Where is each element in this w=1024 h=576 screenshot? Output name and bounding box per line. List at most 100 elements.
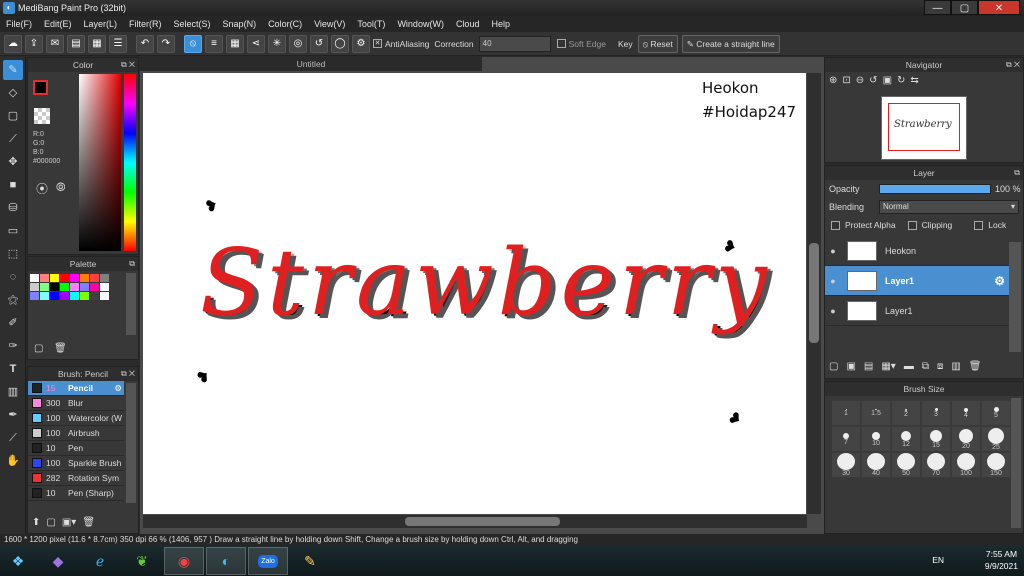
add-brush-icon[interactable]: ⬆	[32, 517, 40, 528]
menu-tool[interactable]: Tool(T)	[357, 19, 385, 29]
hue-slider[interactable]	[124, 74, 136, 251]
brush-size-option[interactable]: 3	[921, 400, 951, 426]
evernote-icon[interactable]: ❦	[122, 547, 162, 575]
delete-layer-icon[interactable]: 🗑	[969, 361, 982, 372]
brush-size-option[interactable]: 20	[951, 426, 981, 452]
menu-color[interactable]: Color(C)	[268, 19, 302, 29]
brush-menu-icon[interactable]: ▣▾	[62, 517, 76, 528]
eyedropper-tool-icon[interactable]: ✒	[3, 405, 23, 425]
layer-row[interactable]: ● Heokon	[825, 236, 1009, 266]
palette-delete-icon[interactable]: 🗑	[54, 343, 67, 354]
visibility-icon[interactable]: ●	[825, 246, 841, 256]
brush-item[interactable]: 100 Sparkle Brush	[28, 456, 124, 471]
panel-menu-icon[interactable]: ⧉	[129, 257, 135, 271]
document-tab[interactable]: Untitled	[140, 57, 482, 71]
brush-size-option[interactable]: 1.5	[861, 400, 891, 426]
start-button-icon[interactable]: ❖	[0, 547, 36, 575]
palette-scrollbar[interactable]	[126, 273, 136, 335]
brush-size-option[interactable]: 5	[981, 400, 1011, 426]
minimize-button[interactable]: —	[924, 0, 951, 15]
panel-menu-icon[interactable]: ⧉ ✕	[121, 367, 135, 381]
brush-item[interactable]: 10 Pen (Sharp)	[28, 486, 124, 501]
rotate-right-icon[interactable]: ↻	[897, 75, 905, 86]
menu-filter[interactable]: Filter(R)	[129, 19, 162, 29]
internet-explorer-icon[interactable]: ℯ	[80, 547, 120, 575]
chat-icon[interactable]: ▤	[67, 34, 85, 53]
menu-window[interactable]: Window(W)	[397, 19, 444, 29]
chrome-icon[interactable]: ◉	[164, 547, 204, 575]
soft-edge-checkbox[interactable]	[556, 39, 566, 48]
menu-view[interactable]: View(V)	[314, 19, 345, 29]
navigator-preview[interactable]: Strawberry	[881, 96, 967, 160]
brush-item[interactable]: 300 Blur	[28, 396, 124, 411]
text-tool-icon[interactable]: T	[3, 359, 23, 379]
grid-snap-icon[interactable]: ▦	[226, 34, 244, 53]
brush-tool-icon[interactable]: ✎	[3, 60, 23, 80]
menu-help[interactable]: Help	[491, 19, 510, 29]
move-tool-icon[interactable]: ✥	[3, 152, 23, 172]
lasso-tool-icon[interactable]: ◌	[3, 267, 23, 287]
layer-scrollbar[interactable]	[1009, 242, 1021, 352]
medibang-icon[interactable]: ◐	[206, 547, 246, 575]
visibility-icon[interactable]: ●	[825, 276, 841, 286]
reset-button[interactable]: ⦸ Reset	[637, 34, 678, 53]
palette-add-icon[interactable]: ▢	[34, 343, 43, 354]
brush-item[interactable]: 100 Airbrush	[28, 426, 124, 441]
opacity-slider[interactable]	[879, 184, 991, 194]
maximize-button[interactable]: ▢	[951, 0, 978, 15]
color-wheel-icon[interactable]: ⦿	[36, 180, 48, 197]
gear-icon[interactable]: ⚙	[994, 274, 1005, 288]
add-layer-menu-icon[interactable]: ▦▾	[881, 361, 895, 372]
eraser-tool-icon[interactable]: ◇	[3, 83, 23, 103]
brush-item[interactable]: 10 Pen	[28, 441, 124, 456]
merge-down-icon[interactable]: ⧈	[937, 361, 943, 372]
folder-icon[interactable]: ▬	[904, 361, 914, 372]
fit-icon[interactable]: ⊡	[842, 75, 850, 86]
brush-size-option[interactable]: 25	[981, 426, 1011, 452]
color-picker-icon[interactable]: ⦾	[56, 180, 66, 195]
new-brush-icon[interactable]: ▢	[46, 517, 55, 528]
comment-icon[interactable]: ✉	[46, 34, 64, 53]
horizontal-scroll-thumb[interactable]	[405, 517, 560, 526]
magic-wand-tool-icon[interactable]: ⚝	[3, 290, 23, 310]
straight-line-button[interactable]: ✎ Create a straight line	[681, 34, 780, 53]
gear-icon[interactable]: ⚙	[114, 383, 122, 394]
visibility-icon[interactable]: ●	[825, 306, 841, 316]
flip-icon[interactable]: ⇆	[910, 75, 918, 86]
horizontal-scrollbar[interactable]	[143, 515, 807, 528]
language-indicator[interactable]: EN	[932, 555, 944, 565]
actual-size-icon[interactable]: ▣	[883, 75, 892, 86]
pen-tool-icon[interactable]: ⟋	[3, 428, 23, 448]
visual-studio-icon[interactable]: ◆	[38, 547, 78, 575]
brush-size-option[interactable]: 12	[891, 426, 921, 452]
brush-size-option[interactable]: 10	[861, 426, 891, 452]
zoom-out-icon[interactable]: ⊖	[856, 75, 864, 86]
new-8bit-layer-icon[interactable]: ▤	[864, 361, 873, 372]
brush-item[interactable]: 15 Pencil ⚙	[28, 381, 124, 396]
panel-menu-icon[interactable]: ⧉ ✕	[121, 58, 135, 72]
saturation-value-picker[interactable]	[79, 74, 121, 251]
clipping-checkbox[interactable]	[907, 220, 917, 230]
brush-size-option[interactable]: 40	[861, 452, 891, 478]
brush-size-option[interactable]: 50	[891, 452, 921, 478]
menu-layer[interactable]: Layer(L)	[84, 19, 118, 29]
transparent-swatch[interactable]	[34, 108, 50, 124]
clock[interactable]: 7:55 AM 9/9/2021	[985, 548, 1018, 572]
vertical-scroll-thumb[interactable]	[809, 243, 819, 343]
menu-select[interactable]: Select(S)	[174, 19, 211, 29]
panel-menu-icon[interactable]: ⧉ ✕	[1006, 58, 1020, 72]
redo-icon[interactable]: ↷	[157, 34, 175, 53]
brush-item[interactable]: 282 Rotation Sym	[28, 471, 124, 486]
antialiasing-checkbox[interactable]: ✕	[373, 39, 382, 48]
fill-rect-tool-icon[interactable]: ■	[3, 175, 23, 195]
hand-tool-icon[interactable]: ✋	[3, 451, 23, 471]
protect-alpha-checkbox[interactable]	[831, 220, 840, 230]
duplicate-layer-icon[interactable]: ⧉	[922, 361, 929, 372]
menu-edit[interactable]: Edit(E)	[44, 19, 72, 29]
layer-row[interactable]: ● Layer1	[825, 296, 1009, 326]
brush-size-option[interactable]: 2	[891, 400, 921, 426]
rotate-left-icon[interactable]: ↺	[869, 75, 877, 86]
brush-size-scrollbar[interactable]	[1011, 398, 1021, 528]
layer-settings-icon[interactable]: ▥	[951, 361, 960, 372]
menu-file[interactable]: File(F)	[6, 19, 32, 29]
